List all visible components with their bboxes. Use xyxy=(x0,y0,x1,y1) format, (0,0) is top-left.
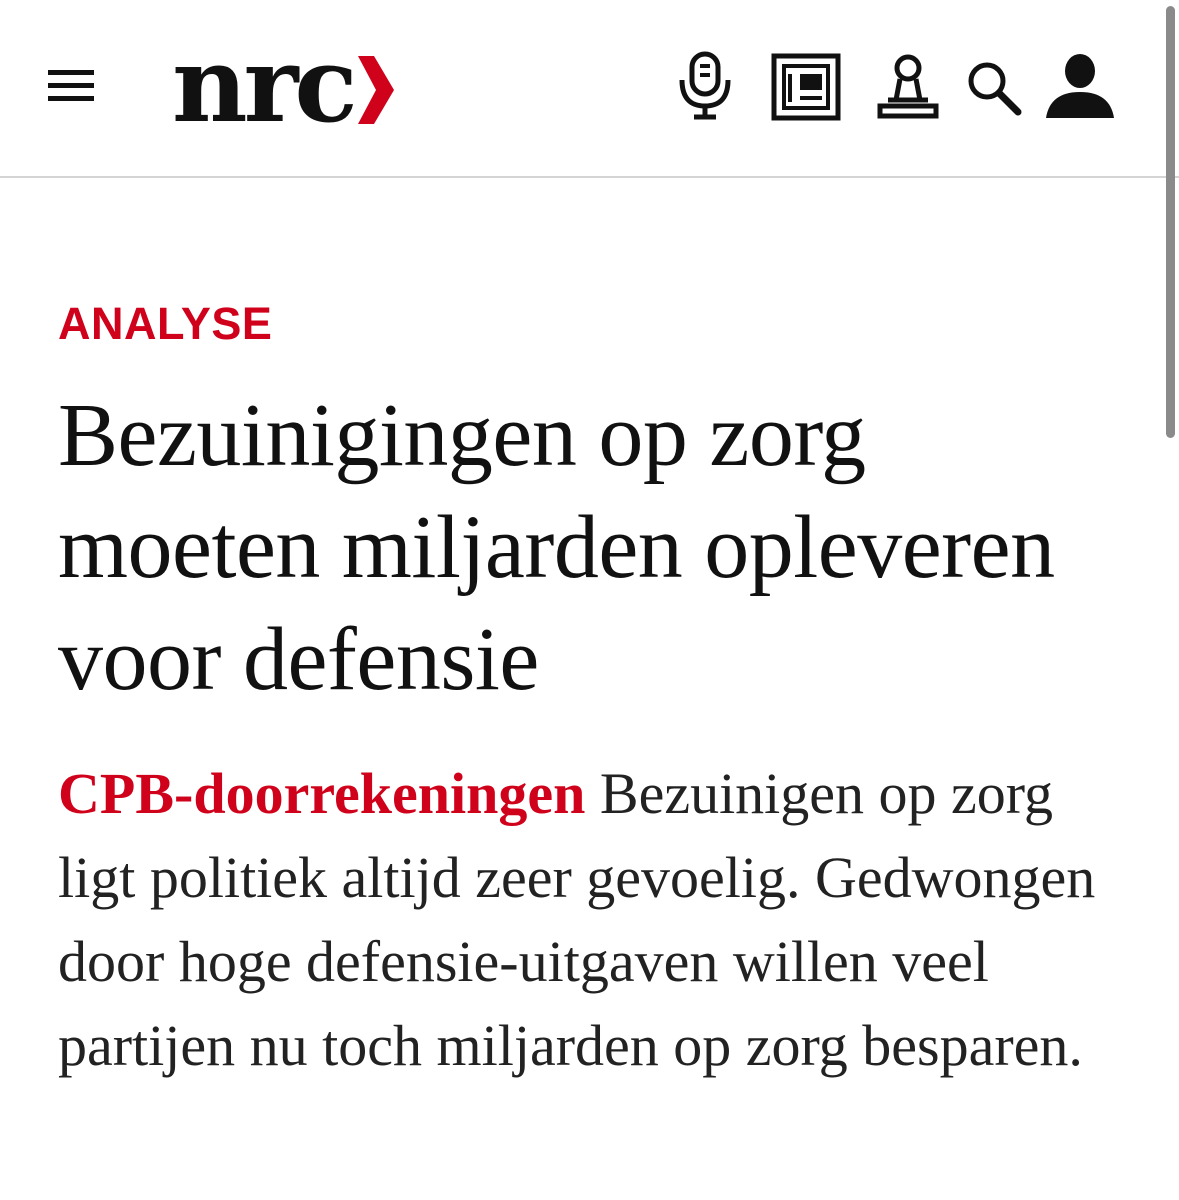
logo-text: nrc xyxy=(172,23,358,146)
hamburger-menu-icon xyxy=(36,56,106,116)
nrc-logo[interactable]: nrc xyxy=(172,30,396,140)
newspaper-button[interactable] xyxy=(770,52,842,122)
menu-button[interactable] xyxy=(36,56,106,116)
podcast-button[interactable] xyxy=(674,50,736,122)
microphone-icon xyxy=(674,50,736,122)
article-lead: CPB-doorrekeningen Bezuinigen op zorg li… xyxy=(58,752,1128,1088)
lead-label: CPB-doorrekeningen xyxy=(58,761,586,826)
chevron-right-icon xyxy=(356,50,396,135)
newspaper-icon xyxy=(770,52,842,122)
scrollbar[interactable] xyxy=(1166,6,1175,438)
search-button[interactable] xyxy=(964,58,1024,118)
puzzles-button[interactable] xyxy=(874,52,942,122)
chess-pawn-icon xyxy=(874,52,942,122)
site-header: nrc xyxy=(0,0,1179,178)
search-icon xyxy=(964,58,1024,118)
user-icon xyxy=(1044,52,1116,120)
article-kicker: ANALYSE xyxy=(58,298,273,349)
article-headline: Bezuinigingen op zorg moeten miljarden o… xyxy=(58,386,1055,709)
account-button[interactable] xyxy=(1044,52,1116,120)
